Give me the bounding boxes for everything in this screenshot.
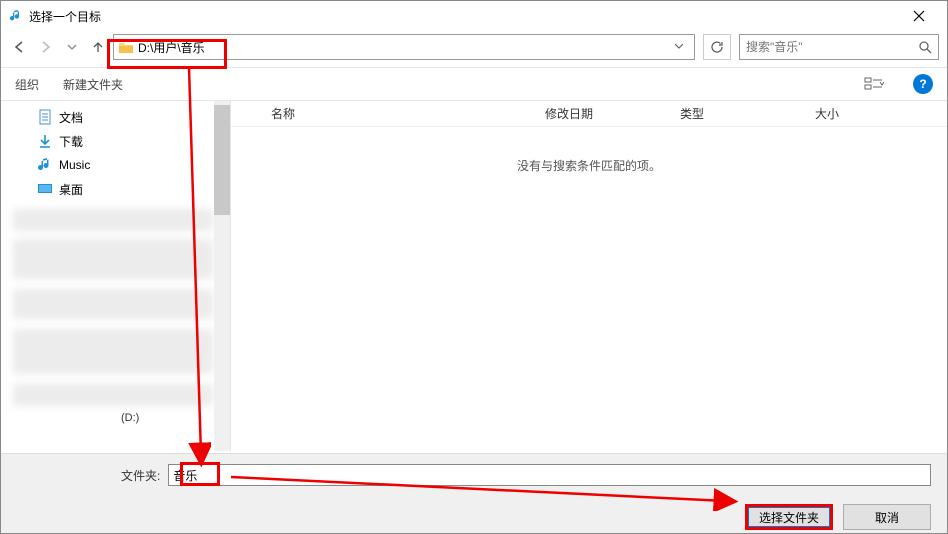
window-title: 选择一个目标 bbox=[29, 8, 899, 25]
sidebar-item-label: Music bbox=[59, 158, 90, 172]
address-dropdown[interactable] bbox=[668, 40, 690, 54]
nav-bar: D:\用户\音乐 bbox=[1, 31, 947, 67]
folder-icon bbox=[118, 40, 134, 54]
music-note-icon bbox=[9, 9, 23, 23]
file-list-area: 名称 修改日期 类型 大小 没有与搜索条件匹配的项。 bbox=[231, 101, 947, 451]
column-size[interactable]: 大小 bbox=[815, 105, 895, 122]
arrow-up-icon bbox=[91, 40, 105, 54]
organize-menu[interactable]: 组织 bbox=[15, 76, 39, 93]
sidebar-scrollbar[interactable] bbox=[214, 101, 230, 451]
new-folder-button[interactable]: 新建文件夹 bbox=[63, 76, 123, 93]
sidebar-item-label: 下载 bbox=[59, 133, 83, 150]
column-name[interactable]: 名称 bbox=[271, 105, 545, 122]
recent-dropdown[interactable] bbox=[61, 36, 83, 58]
download-icon bbox=[37, 133, 53, 149]
drive-label: (D:) bbox=[121, 412, 139, 424]
arrow-left-icon bbox=[13, 40, 27, 54]
refresh-button[interactable] bbox=[703, 34, 731, 60]
help-button[interactable]: ? bbox=[913, 74, 933, 94]
column-headers: 名称 修改日期 类型 大小 bbox=[231, 101, 947, 127]
select-folder-button[interactable]: 选择文件夹 bbox=[748, 507, 830, 527]
search-input[interactable] bbox=[746, 40, 918, 54]
sidebar-item-desktop[interactable]: 桌面 bbox=[1, 177, 230, 201]
sidebar: 文档 下载 Music 桌面 (D:) bbox=[1, 101, 231, 451]
chevron-down-icon bbox=[67, 42, 77, 52]
folder-name-row: 文件夹: bbox=[17, 464, 931, 486]
redacted-item bbox=[13, 209, 213, 231]
sidebar-item-downloads[interactable]: 下载 bbox=[1, 129, 230, 153]
toolbar: 组织 新建文件夹 ? bbox=[1, 67, 947, 101]
button-row: 选择文件夹 取消 bbox=[17, 504, 931, 530]
folder-name-input[interactable] bbox=[168, 464, 931, 486]
address-bar[interactable]: D:\用户\音乐 bbox=[113, 34, 695, 60]
close-icon bbox=[913, 10, 925, 22]
view-icon bbox=[864, 77, 884, 91]
content-area: 文档 下载 Music 桌面 (D:) 名称 修改日期 类型 大小 没有与搜索条… bbox=[1, 101, 947, 451]
arrow-right-icon bbox=[39, 40, 53, 54]
sidebar-item-label: 文档 bbox=[59, 109, 83, 126]
footer: 文件夹: 选择文件夹 取消 bbox=[1, 453, 947, 533]
sidebar-item-label: 桌面 bbox=[59, 181, 83, 198]
back-button[interactable] bbox=[9, 36, 31, 58]
view-options-button[interactable] bbox=[859, 73, 889, 95]
annotation-box-select: 选择文件夹 bbox=[745, 504, 833, 530]
redacted-item bbox=[13, 239, 213, 279]
up-button[interactable] bbox=[87, 36, 109, 58]
address-text: D:\用户\音乐 bbox=[138, 39, 668, 56]
refresh-icon bbox=[710, 40, 724, 54]
folder-label: 文件夹: bbox=[121, 467, 160, 484]
redacted-item bbox=[13, 384, 213, 406]
redacted-item bbox=[13, 289, 213, 319]
titlebar: 选择一个目标 bbox=[1, 1, 947, 31]
help-icon: ? bbox=[919, 77, 926, 91]
cancel-button[interactable]: 取消 bbox=[843, 504, 931, 530]
close-button[interactable] bbox=[899, 1, 939, 31]
column-type[interactable]: 类型 bbox=[680, 105, 815, 122]
search-box[interactable] bbox=[739, 34, 939, 60]
search-icon bbox=[918, 40, 932, 54]
sidebar-item-music[interactable]: Music bbox=[1, 153, 230, 177]
column-date[interactable]: 修改日期 bbox=[545, 105, 680, 122]
document-icon bbox=[37, 109, 53, 125]
desktop-icon bbox=[37, 181, 53, 197]
empty-message: 没有与搜索条件匹配的项。 bbox=[231, 127, 947, 174]
sidebar-item-documents[interactable]: 文档 bbox=[1, 105, 230, 129]
music-icon bbox=[37, 157, 53, 173]
forward-button[interactable] bbox=[35, 36, 57, 58]
redacted-item bbox=[13, 329, 213, 374]
scrollbar-thumb[interactable] bbox=[214, 105, 230, 215]
chevron-down-icon bbox=[674, 41, 684, 51]
